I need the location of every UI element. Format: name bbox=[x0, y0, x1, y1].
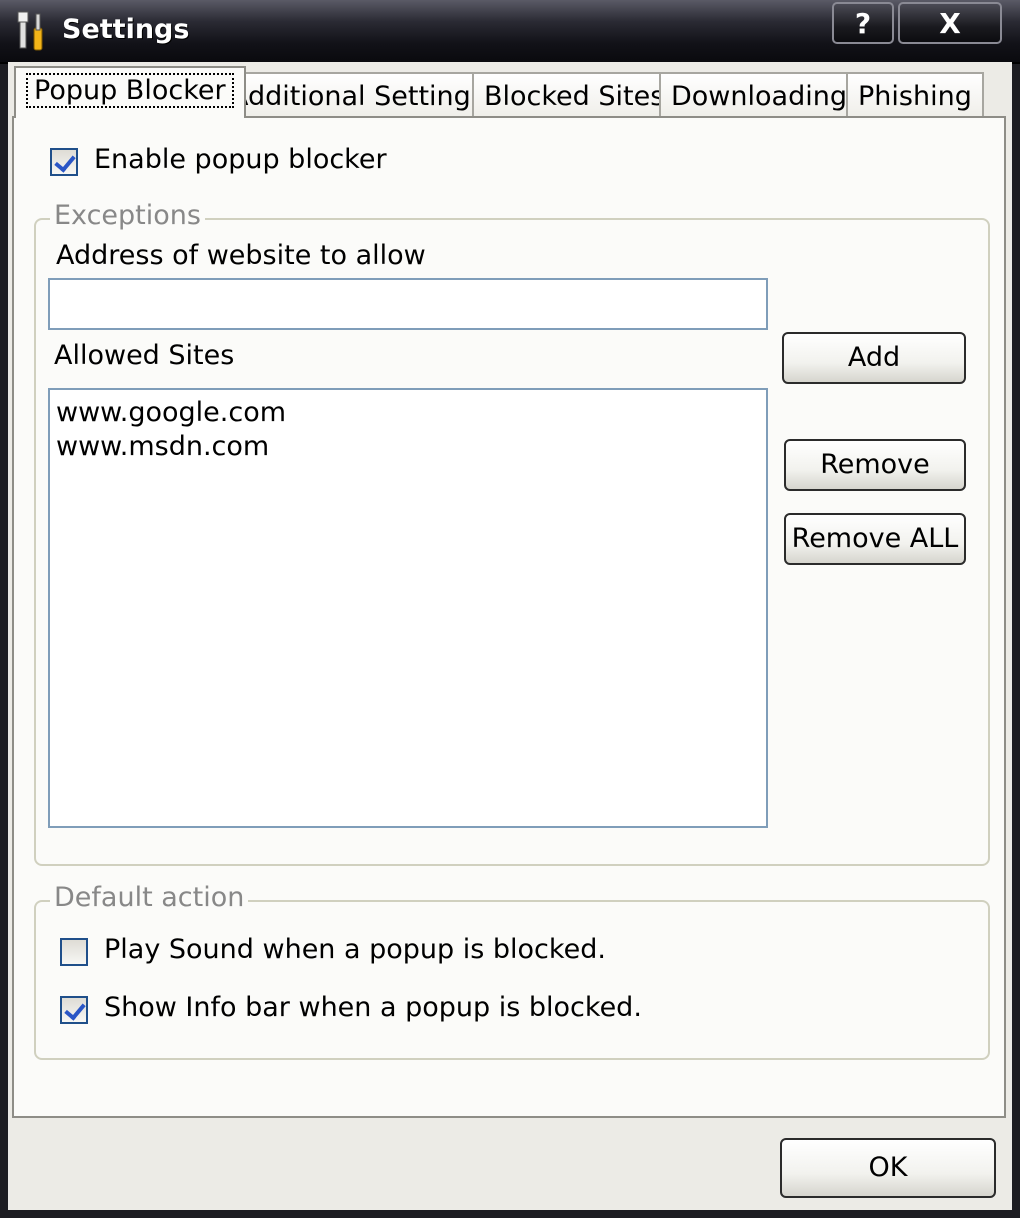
list-item[interactable]: www.google.com bbox=[56, 396, 760, 430]
enable-popup-blocker-label: Enable popup blocker bbox=[94, 144, 387, 175]
address-input[interactable] bbox=[48, 278, 768, 330]
tab-panel: Enable popup blocker Exceptions Address … bbox=[12, 116, 1006, 1118]
help-button[interactable]: ? bbox=[832, 2, 894, 44]
settings-window: Settings ? X Popup Blocker Additional Se… bbox=[0, 0, 1020, 1218]
tab-downloading[interactable]: Downloading bbox=[659, 72, 859, 118]
play-sound-checkbox[interactable] bbox=[60, 938, 88, 966]
show-info-bar-checkbox[interactable] bbox=[60, 996, 88, 1024]
close-button[interactable]: X bbox=[898, 2, 1002, 44]
tab-blocked-sites[interactable]: Blocked Sites bbox=[472, 72, 677, 118]
remove-all-button[interactable]: Remove ALL bbox=[784, 513, 966, 565]
dialog-client: Popup Blocker Additional Settings Blocke… bbox=[8, 62, 1012, 1210]
allowed-sites-list[interactable]: www.google.com www.msdn.com bbox=[48, 388, 768, 828]
tab-phishing[interactable]: Phishing bbox=[846, 72, 984, 118]
play-sound-label: Play Sound when a popup is blocked. bbox=[104, 934, 606, 965]
window-title: Settings bbox=[62, 14, 190, 45]
tab-popup-blocker[interactable]: Popup Blocker bbox=[14, 66, 246, 118]
add-button[interactable]: Add bbox=[782, 332, 966, 384]
ok-button[interactable]: OK bbox=[780, 1138, 996, 1198]
tools-icon bbox=[17, 11, 43, 51]
list-item[interactable]: www.msdn.com bbox=[56, 430, 760, 464]
tab-label: Popup Blocker bbox=[26, 73, 234, 108]
default-action-group bbox=[34, 900, 990, 1060]
address-label: Address of website to allow bbox=[56, 240, 426, 271]
title-bar[interactable]: Settings ? X bbox=[0, 0, 1020, 64]
show-info-bar-label: Show Info bar when a popup is blocked. bbox=[104, 992, 642, 1023]
allowed-sites-label: Allowed Sites bbox=[54, 340, 235, 371]
default-action-group-title: Default action bbox=[50, 882, 249, 913]
enable-popup-blocker-checkbox[interactable] bbox=[50, 148, 78, 176]
remove-button[interactable]: Remove bbox=[784, 439, 966, 491]
exceptions-group-title: Exceptions bbox=[50, 200, 205, 231]
tab-additional-settings[interactable]: Additional Settings bbox=[218, 72, 497, 118]
